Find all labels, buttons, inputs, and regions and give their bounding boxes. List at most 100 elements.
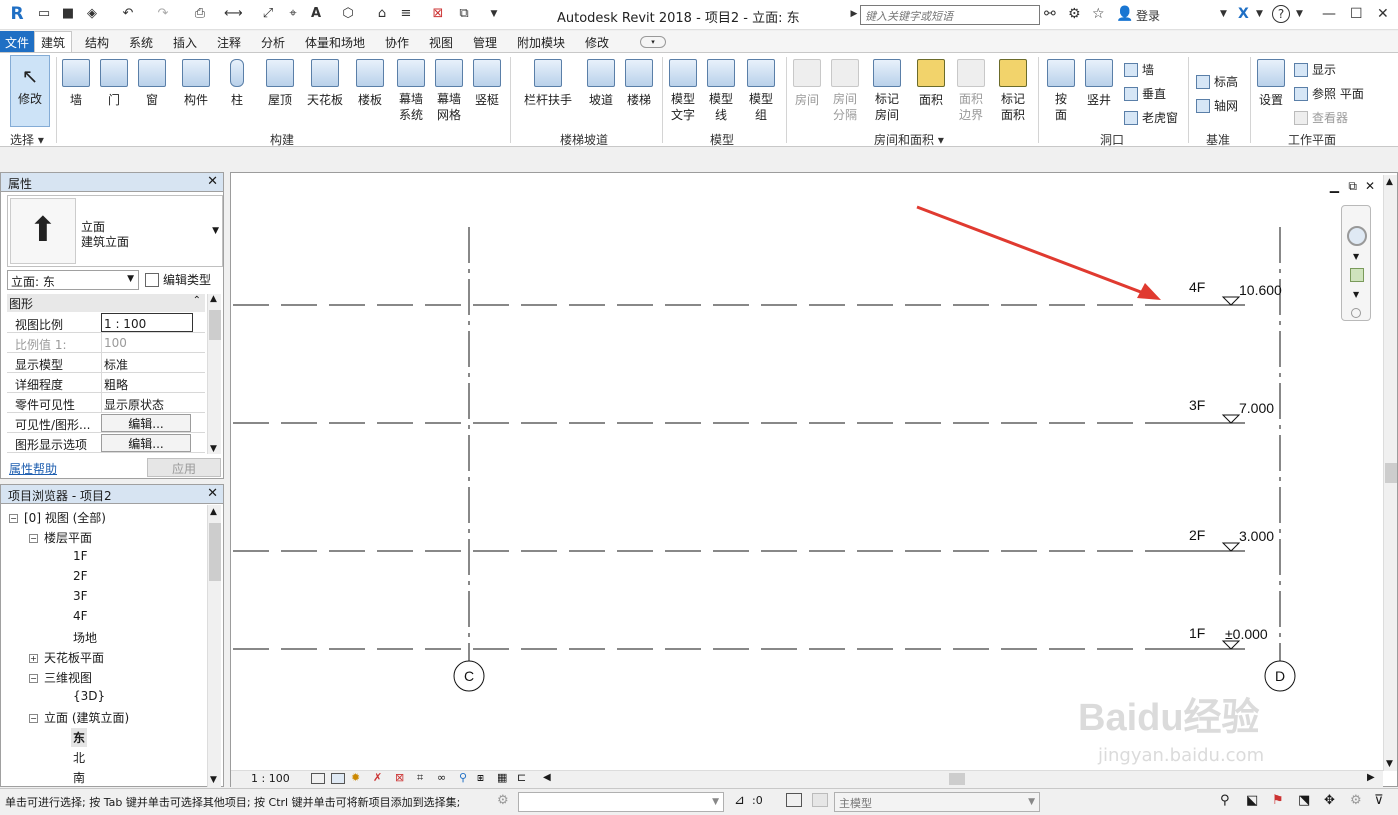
tag-room-button[interactable]: 标记 房间 bbox=[870, 59, 904, 123]
prop-row-visibility-graphics[interactable]: 可见性/图形... 编辑... bbox=[7, 413, 205, 433]
zoom-dropdown-icon[interactable]: ▼ bbox=[1353, 290, 1359, 299]
exchange-apps-icon[interactable]: X bbox=[1238, 6, 1249, 22]
design-options-icon[interactable] bbox=[786, 793, 802, 807]
select-links-icon[interactable]: ⚲ bbox=[1220, 793, 1230, 808]
scroll-down-icon[interactable]: ▼ bbox=[210, 775, 217, 785]
level-elev-3f[interactable]: 7.000 bbox=[1239, 400, 1274, 416]
section-icon[interactable]: ⌂ bbox=[374, 6, 390, 22]
crop-view-icon[interactable]: ⊠ bbox=[395, 771, 404, 784]
scroll-up-icon[interactable]: ▲ bbox=[210, 294, 217, 304]
steering-wheel-icon[interactable] bbox=[1347, 226, 1367, 246]
level-name-1f[interactable]: 1F bbox=[1189, 625, 1205, 641]
collapse-icon[interactable]: − bbox=[29, 674, 38, 683]
login-dropdown-icon[interactable]: ▼ bbox=[1220, 9, 1227, 19]
tab-addins[interactable]: 附加模块 bbox=[517, 34, 565, 51]
select-pinned-icon[interactable]: ⚑ bbox=[1272, 793, 1284, 808]
tree-plan-1f[interactable]: 1F bbox=[73, 549, 88, 563]
edit-button[interactable]: 编辑... bbox=[101, 434, 191, 452]
prop-row-view-scale[interactable]: 视图比例 1 : 100 bbox=[7, 313, 205, 333]
room-separator-button[interactable]: 房间 分隔 bbox=[828, 59, 862, 123]
scroll-up-icon[interactable]: ▲ bbox=[210, 507, 217, 517]
worksets-icon[interactable]: ⚙ bbox=[497, 793, 509, 808]
tab-analyze[interactable]: 分析 bbox=[261, 34, 285, 51]
window-button[interactable]: 窗 bbox=[136, 59, 168, 108]
dormer-opening-button[interactable]: 老虎窗 bbox=[1124, 109, 1178, 126]
tree-3d-default[interactable]: {3D} bbox=[73, 689, 105, 703]
save-icon[interactable]: ■ bbox=[60, 6, 76, 22]
dimension-icon[interactable]: ⤢ bbox=[260, 6, 276, 22]
area-boundary-button[interactable]: 面积 边界 bbox=[954, 59, 988, 123]
redo-icon[interactable]: ↷ bbox=[155, 6, 171, 22]
nav-dropdown-icon[interactable]: ▼ bbox=[1353, 252, 1359, 261]
drag-elements-icon[interactable]: ✥ bbox=[1324, 793, 1335, 808]
show-workplane-button[interactable]: 显示 bbox=[1294, 61, 1336, 78]
view-close-icon[interactable]: ✕ bbox=[1365, 179, 1375, 193]
switch-windows-icon[interactable]: ⧉ bbox=[456, 6, 472, 22]
door-button[interactable]: 门 bbox=[98, 59, 130, 108]
level-elev-2f[interactable]: 3.000 bbox=[1239, 528, 1274, 544]
ref-plane-button[interactable]: 参照 平面 bbox=[1294, 85, 1364, 102]
ramp-button[interactable]: 坡道 bbox=[584, 59, 618, 108]
by-face-button[interactable]: 按 面 bbox=[1044, 59, 1078, 123]
grid-label-d[interactable]: D bbox=[1275, 668, 1285, 684]
level-elev-1f[interactable]: ±0.000 bbox=[1225, 626, 1268, 642]
model-line-button[interactable]: 模型 线 bbox=[704, 59, 738, 123]
prop-row-parts-visibility[interactable]: 零件可见性 显示原状态 bbox=[7, 393, 205, 413]
tree-elevation-east[interactable]: 东 bbox=[71, 728, 88, 747]
collapse-icon[interactable]: − bbox=[29, 714, 38, 723]
shaft-button[interactable]: 竖井 bbox=[1082, 59, 1116, 108]
grid-label-c[interactable]: C bbox=[464, 668, 474, 684]
wall-button[interactable]: 墙 bbox=[60, 59, 92, 108]
scroll-thumb[interactable] bbox=[1385, 463, 1397, 483]
tree-elevations[interactable]: − 立面 (建筑立面) bbox=[29, 709, 129, 726]
h-scroll-thumb[interactable] bbox=[949, 773, 965, 785]
level-head-4f[interactable]: 4F 10.600 bbox=[1179, 279, 1282, 306]
scroll-down-icon[interactable]: ▼ bbox=[210, 444, 217, 454]
exchange-dropdown-icon[interactable]: ▼ bbox=[1256, 9, 1263, 19]
scroll-down-icon[interactable]: ▼ bbox=[1386, 759, 1393, 769]
tree-plan-2f[interactable]: 2F bbox=[73, 569, 88, 583]
measure-icon[interactable]: ⟷ bbox=[224, 6, 243, 22]
tag-area-button[interactable]: 标记 面积 bbox=[996, 59, 1030, 123]
level-name-4f[interactable]: 4F bbox=[1189, 279, 1205, 295]
model-dropdown[interactable]: 主模型 ▼ bbox=[834, 792, 1040, 812]
room-button[interactable]: 房间 bbox=[790, 59, 824, 108]
view-scale[interactable]: 1 : 100 bbox=[251, 772, 290, 785]
viewer-button[interactable]: 查看器 bbox=[1294, 109, 1348, 126]
railing-button[interactable]: 栏杆扶手 bbox=[520, 59, 576, 108]
curtain-system-button[interactable]: 幕墙 系统 bbox=[394, 59, 428, 123]
qat-dropdown-icon[interactable]: ▼ bbox=[486, 6, 502, 22]
model-text-button[interactable]: 模型 文字 bbox=[666, 59, 700, 123]
tab-annotate[interactable]: 注释 bbox=[217, 34, 241, 51]
level-button[interactable]: 标高 bbox=[1196, 73, 1238, 90]
floor-button[interactable]: 楼板 bbox=[352, 59, 388, 108]
minimize-button[interactable]: — bbox=[1322, 6, 1336, 22]
nav-options-icon[interactable] bbox=[1351, 308, 1361, 318]
tab-file[interactable]: 文件 bbox=[0, 31, 35, 52]
scroll-thumb[interactable] bbox=[209, 310, 221, 340]
view-minimize-icon[interactable]: ▁ bbox=[1330, 179, 1339, 193]
tab-massing[interactable]: 体量和场地 bbox=[305, 34, 365, 51]
design-option-icon[interactable] bbox=[812, 793, 828, 807]
level-head-2f[interactable]: 2F 3.000 bbox=[1179, 527, 1274, 552]
tab-manage[interactable]: 管理 bbox=[473, 34, 497, 51]
filter-icon[interactable]: ⊽ bbox=[1374, 793, 1384, 808]
thin-lines-icon[interactable]: ≡ bbox=[398, 6, 414, 22]
filter-count-icon[interactable]: ⊿ bbox=[734, 793, 745, 808]
edit-type-button[interactable]: 编辑类型 bbox=[145, 271, 211, 288]
tab-systems[interactable]: 系统 bbox=[129, 34, 153, 51]
component-button[interactable]: 构件 bbox=[176, 59, 216, 108]
properties-scrollbar[interactable]: ▲ ▼ bbox=[207, 294, 221, 454]
tree-3d-views[interactable]: − 三维视图 bbox=[29, 669, 92, 686]
view-restore-icon[interactable]: ⧉ bbox=[1348, 179, 1357, 194]
show-crop-icon[interactable]: ⌗ bbox=[417, 771, 423, 785]
scroll-up-icon[interactable]: ▲ bbox=[1386, 177, 1393, 187]
instance-filter[interactable]: 立面: 东 ▼ bbox=[7, 270, 139, 290]
constraints-icon[interactable]: ⊏ bbox=[517, 771, 526, 784]
collapse-icon[interactable]: − bbox=[9, 514, 18, 523]
select-by-face-icon[interactable]: ⬔ bbox=[1298, 793, 1310, 808]
level-elev-4f[interactable]: 10.600 bbox=[1239, 282, 1282, 298]
background-process-icon[interactable]: ⚙ bbox=[1350, 793, 1362, 808]
analytical-model-icon[interactable]: ▦ bbox=[497, 771, 507, 784]
select-underlay-icon[interactable]: ⬕ bbox=[1246, 793, 1258, 808]
